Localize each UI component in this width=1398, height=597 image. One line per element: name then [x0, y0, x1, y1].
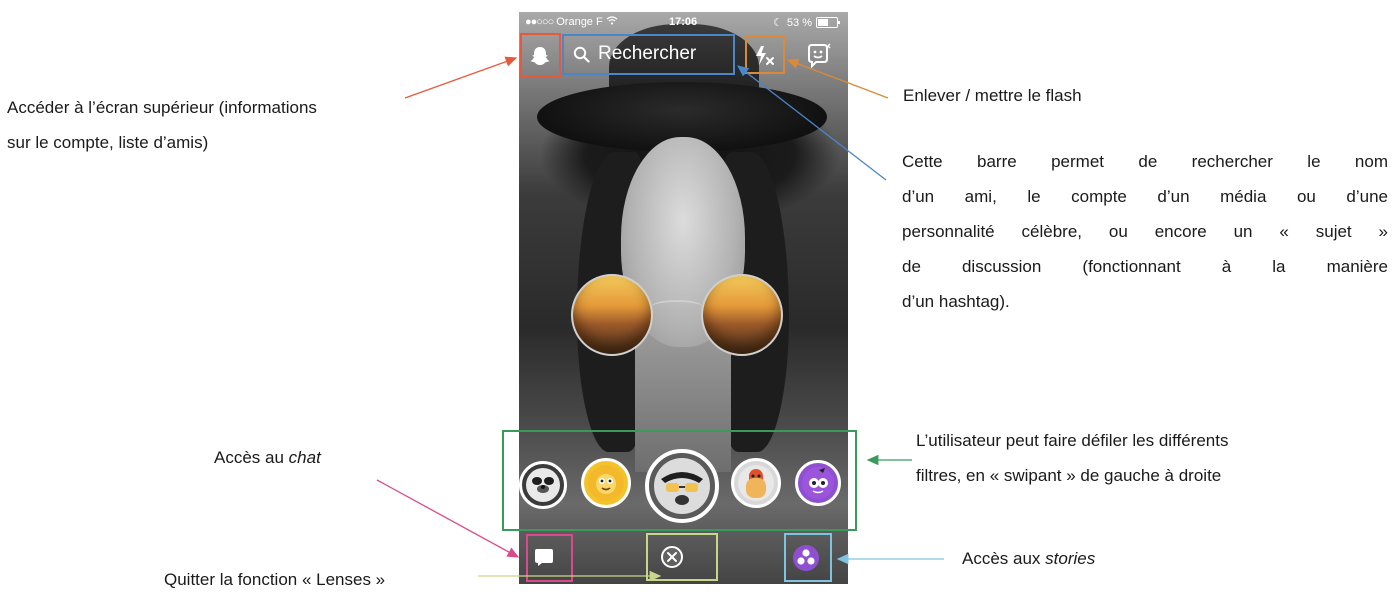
annotation-stories: Accès aux stories: [962, 541, 1095, 576]
annotation-search: Cette barre permet de rechercher le nom …: [902, 144, 1388, 319]
highlight-stories-button: [784, 533, 832, 582]
moon-icon: ☾: [773, 17, 783, 29]
annotation-ghost: Accéder à l’écran supérieur (information…: [7, 90, 467, 160]
sunglasses-left-lens: [571, 274, 653, 356]
switch-camera-button[interactable]: [801, 39, 835, 71]
highlight-search-bar: [562, 34, 735, 75]
annotation-stories-prefix: Accès aux: [962, 549, 1046, 568]
annotation-search-line2: d’un ami, le compte d’un média ou d’une: [902, 187, 1388, 206]
highlight-lens-carousel: [502, 430, 857, 531]
battery-group: ☾ 53 %: [773, 16, 840, 29]
annotation-chat-em: chat: [288, 448, 321, 467]
annotation-filters-line1: L’utilisateur peut faire défiler les dif…: [916, 431, 1229, 450]
annotation-flash: Enlever / mettre le flash: [903, 86, 1082, 105]
annotation-quit: Quitter la fonction « Lenses »: [164, 570, 386, 589]
signal-icon: ●●○○○: [525, 16, 554, 28]
status-bar: ●●○○○ Orange F 17:06 ☾ 53 %: [519, 12, 848, 32]
annotation-search-line5: d’un hashtag).: [902, 292, 1010, 311]
switch-camera-icon: [808, 43, 831, 68]
carrier-group: ●●○○○ Orange F: [525, 16, 618, 28]
annotation-search-line4: de discussion (fonctionnant à la manière: [902, 257, 1388, 276]
annotation-ghost-line2: sur le compte, liste d’amis): [7, 133, 209, 152]
battery-percent: 53 %: [786, 16, 812, 29]
clock: 17:06: [669, 16, 698, 28]
arrow-chat: [376, 479, 520, 558]
wifi-icon: [606, 16, 618, 28]
highlight-chat-button: [526, 534, 573, 582]
annotation-filters-line2: filtres, en « swipant » de gauche à droi…: [916, 466, 1222, 485]
sunglasses-right-lens: [701, 274, 783, 356]
highlight-flash-button: [745, 35, 785, 74]
annotation-chat-prefix: Accès au: [214, 448, 289, 467]
annotation-chat: Accès au chat: [214, 440, 321, 475]
battery-icon: [816, 17, 840, 28]
highlight-ghost-button: [520, 33, 561, 77]
annotation-stories-em: stories: [1045, 549, 1096, 568]
annotation-ghost-line1: Accéder à l’écran supérieur (information…: [7, 98, 317, 117]
highlight-close-button: [646, 533, 718, 581]
sunglasses-bridge: [651, 300, 703, 314]
carrier-name: Orange F: [556, 16, 603, 28]
annotation-filters: L’utilisateur peut faire défiler les dif…: [916, 423, 1396, 493]
annotation-search-line1: Cette barre permet de rechercher le nom: [902, 152, 1388, 171]
annotation-search-line3: personnalité célèbre, ou encore un « suj…: [902, 222, 1388, 241]
